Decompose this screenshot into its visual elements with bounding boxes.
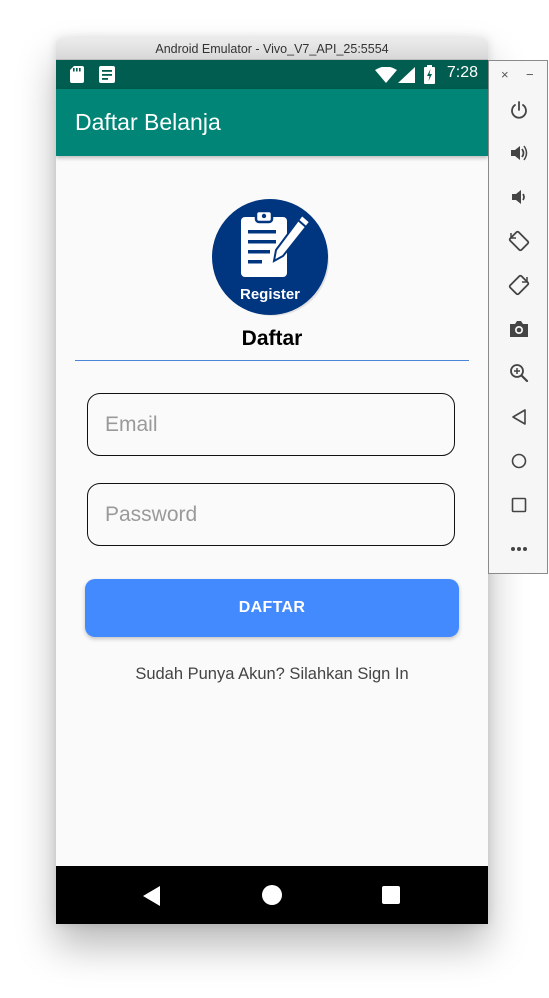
volume-down-icon[interactable] — [507, 185, 531, 209]
home-icon[interactable] — [507, 449, 531, 473]
overview-icon[interactable] — [507, 493, 531, 517]
wifi-icon — [375, 66, 397, 88]
password-field[interactable] — [87, 483, 455, 546]
close-icon[interactable]: × — [501, 67, 509, 82]
minimize-icon[interactable]: − — [526, 67, 534, 82]
status-bar: 7:28 — [56, 60, 488, 89]
signin-link[interactable]: Sudah Punya Akun? Silahkan Sign In — [56, 665, 488, 684]
window-title: Android Emulator - Vivo_V7_API_25:5554 — [155, 41, 389, 56]
zoom-icon[interactable] — [507, 361, 531, 385]
camera-icon[interactable] — [507, 317, 531, 341]
nav-recents-button[interactable] — [382, 886, 400, 904]
status-time: 7:28 — [446, 64, 478, 81]
heading-divider — [75, 360, 469, 361]
register-button[interactable]: DAFTAR — [85, 579, 459, 637]
rotate-left-icon[interactable] — [507, 229, 531, 253]
more-icon[interactable] — [507, 537, 531, 561]
app-bar: Daftar Belanja — [56, 89, 488, 156]
email-input[interactable] — [88, 394, 454, 455]
notes-icon — [99, 66, 115, 88]
register-logo: Register — [212, 199, 330, 317]
navigation-bar — [56, 866, 488, 924]
nav-back-button[interactable] — [143, 886, 161, 911]
device-screen: 7:28 Daftar Belanja Register Daftar DAFT… — [56, 60, 488, 924]
emulator-sidebar: × − — [488, 60, 548, 574]
email-field[interactable] — [87, 393, 455, 456]
sd-card-icon — [70, 66, 84, 88]
nav-home-button[interactable] — [262, 885, 282, 905]
back-icon[interactable] — [507, 405, 531, 429]
app-title: Daftar Belanja — [75, 109, 221, 135]
volume-up-icon[interactable] — [507, 141, 531, 165]
signal-icon — [398, 67, 415, 88]
password-input[interactable] — [88, 484, 454, 545]
battery-charging-icon — [424, 65, 435, 89]
logo-text: Register — [240, 286, 300, 303]
rotate-right-icon[interactable] — [507, 273, 531, 297]
emulator-titlebar: Android Emulator - Vivo_V7_API_25:5554 — [56, 38, 488, 60]
power-icon[interactable] — [507, 98, 531, 122]
form-heading: Daftar — [241, 327, 303, 350]
